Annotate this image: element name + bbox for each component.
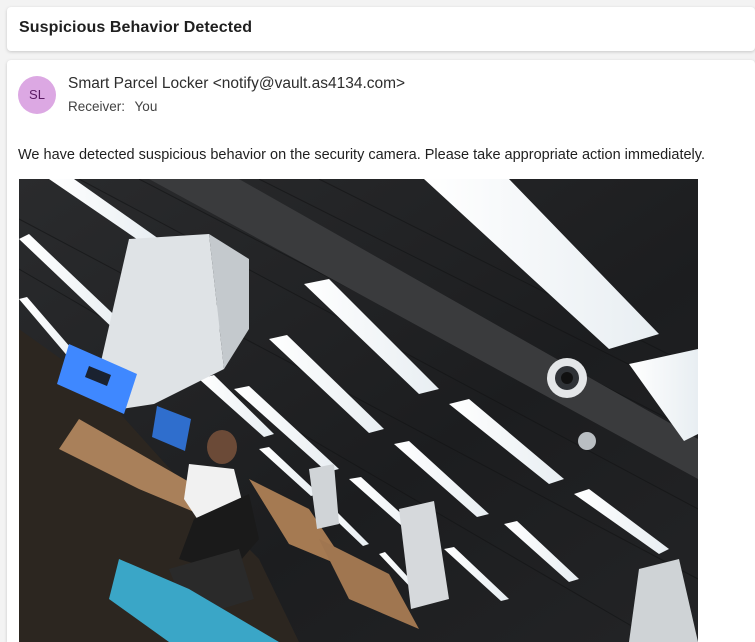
sender-line: Smart Parcel Locker <notify@vault.as4134… bbox=[68, 75, 405, 93]
sender-email[interactable]: <notify@vault.as4134.com> bbox=[213, 75, 405, 92]
sender-avatar[interactable]: SL bbox=[18, 76, 56, 114]
email-subject: Suspicious Behavior Detected bbox=[19, 19, 253, 36]
receiver-label: Receiver: bbox=[68, 99, 126, 114]
sender-name[interactable]: Smart Parcel Locker bbox=[68, 75, 208, 92]
receiver-value[interactable]: You bbox=[135, 99, 158, 114]
security-camera-photo[interactable] bbox=[19, 179, 698, 642]
subject-header: Suspicious Behavior Detected bbox=[7, 7, 755, 51]
message-body: We have detected suspicious behavior on … bbox=[18, 147, 705, 163]
message-card: SL Smart Parcel Locker <notify@vault.as4… bbox=[7, 60, 755, 642]
camera-photo-graphic bbox=[19, 179, 698, 642]
receiver-line: Receiver: You bbox=[68, 99, 157, 114]
